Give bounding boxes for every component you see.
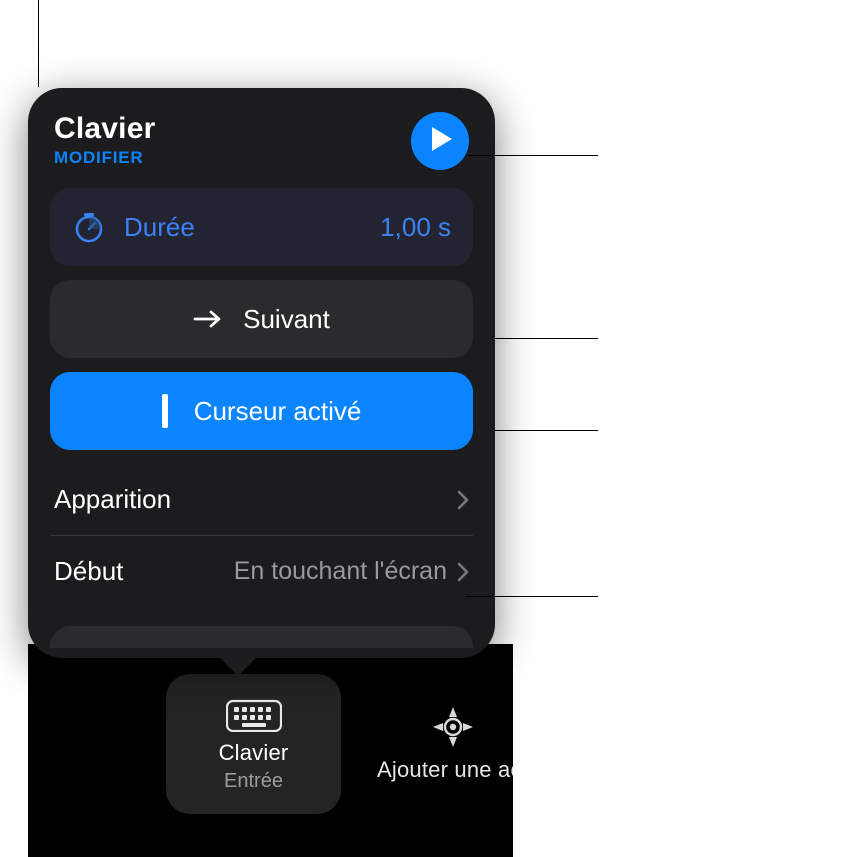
keyboard-icon: [226, 696, 282, 732]
text-cursor-icon: [162, 394, 168, 428]
appearance-label: Apparition: [54, 484, 171, 515]
add-action-button[interactable]: Ajouter une act: [365, 674, 513, 814]
animation-slot-keyboard[interactable]: Clavier Entrée: [166, 674, 341, 814]
callout-leader-next: [495, 338, 598, 339]
callout-leader-play: [468, 155, 598, 156]
callout-leader-start: [466, 596, 598, 597]
duration-value: 1,00 s: [380, 212, 451, 243]
timer-icon: [72, 210, 106, 244]
start-row[interactable]: Début En touchant l'écran: [50, 535, 473, 607]
animation-order-bar: Clavier Entrée Ajouter une act: [28, 644, 513, 857]
chevron-right-icon: [457, 562, 469, 582]
animation-slot-title: Clavier: [219, 740, 289, 766]
target-icon: [431, 705, 475, 749]
animation-settings-popover: Clavier MODIFIER Durée: [28, 88, 495, 658]
play-preview-button[interactable]: [411, 112, 469, 170]
cursor-on-button[interactable]: Curseur activé: [50, 372, 473, 450]
callout-leader-cursor: [495, 430, 598, 431]
duration-row[interactable]: Durée 1,00 s: [50, 188, 473, 266]
appearance-row[interactable]: Apparition: [50, 464, 473, 535]
add-action-label: Ajouter une act: [377, 757, 513, 783]
screenshot-canvas: Clavier Entrée Ajouter une act: [28, 0, 844, 857]
play-icon: [426, 125, 454, 158]
cutoff-row: [50, 626, 473, 648]
animation-slot-subtitle: Entrée: [224, 770, 283, 793]
start-label: Début: [54, 556, 123, 587]
duration-label: Durée: [124, 212, 195, 243]
start-value: En touchant l'écran: [234, 557, 447, 586]
next-label: Suivant: [243, 304, 330, 335]
next-animation-button[interactable]: Suivant: [50, 280, 473, 358]
arrow-right-icon: [193, 309, 223, 329]
popover-title: Clavier: [54, 112, 155, 146]
edit-button[interactable]: MODIFIER: [54, 148, 155, 168]
chevron-right-icon: [457, 490, 469, 510]
cursor-label: Curseur activé: [194, 396, 362, 427]
